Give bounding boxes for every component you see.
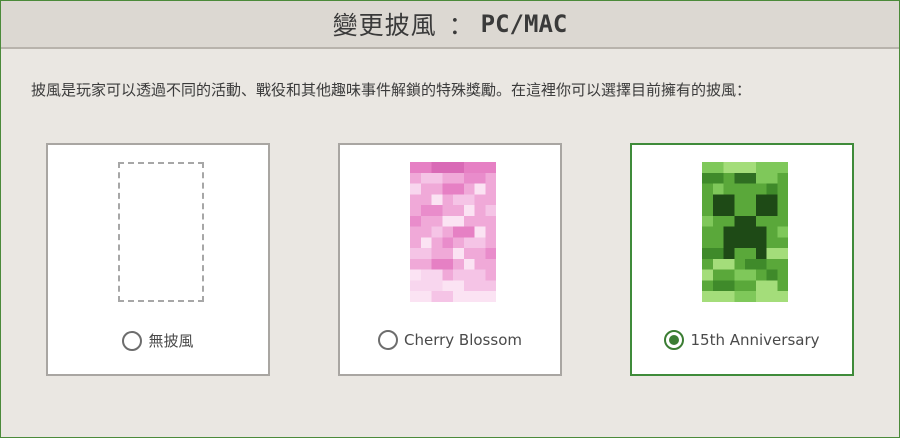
cape-option-none[interactable]: 無披風 bbox=[46, 143, 270, 376]
cherry-blossom-cape-icon bbox=[410, 162, 496, 302]
cape-option-row: Cherry Blossom bbox=[340, 330, 560, 350]
title-separator: ： bbox=[448, 11, 475, 40]
page-title: 變更披風 bbox=[332, 11, 437, 40]
intro-text: 披風是玩家可以透過不同的活動、戰役和其他趣味事件解鎖的特殊獎勵。在這裡你可以選擇… bbox=[31, 81, 752, 99]
platform-label: PC/MAC bbox=[480, 10, 568, 38]
cape-dialog: 變更披風 ： PC/MAC 披風是玩家可以透過不同的活動、戰役和其他趣味事件解鎖… bbox=[0, 0, 900, 438]
cape-option-row: 無披風 bbox=[48, 330, 268, 351]
cape-option-cherry-blossom[interactable]: Cherry Blossom bbox=[338, 143, 562, 376]
radio-button-selected[interactable] bbox=[664, 330, 685, 350]
creeper-cape-icon bbox=[702, 162, 788, 302]
empty-cape-placeholder-icon bbox=[118, 162, 204, 302]
radio-button[interactable] bbox=[122, 330, 143, 351]
cape-option-label: 15th Anniversary bbox=[690, 331, 820, 349]
cape-option-label: Cherry Blossom bbox=[404, 331, 522, 349]
page-header: 變更披風 ： PC/MAC bbox=[1, 1, 899, 49]
cape-option-15th-anniversary[interactable]: 15th Anniversary bbox=[630, 143, 854, 376]
radio-button[interactable] bbox=[378, 330, 398, 350]
cape-option-row: 15th Anniversary bbox=[632, 330, 852, 350]
cape-option-label: 無披風 bbox=[148, 332, 194, 350]
